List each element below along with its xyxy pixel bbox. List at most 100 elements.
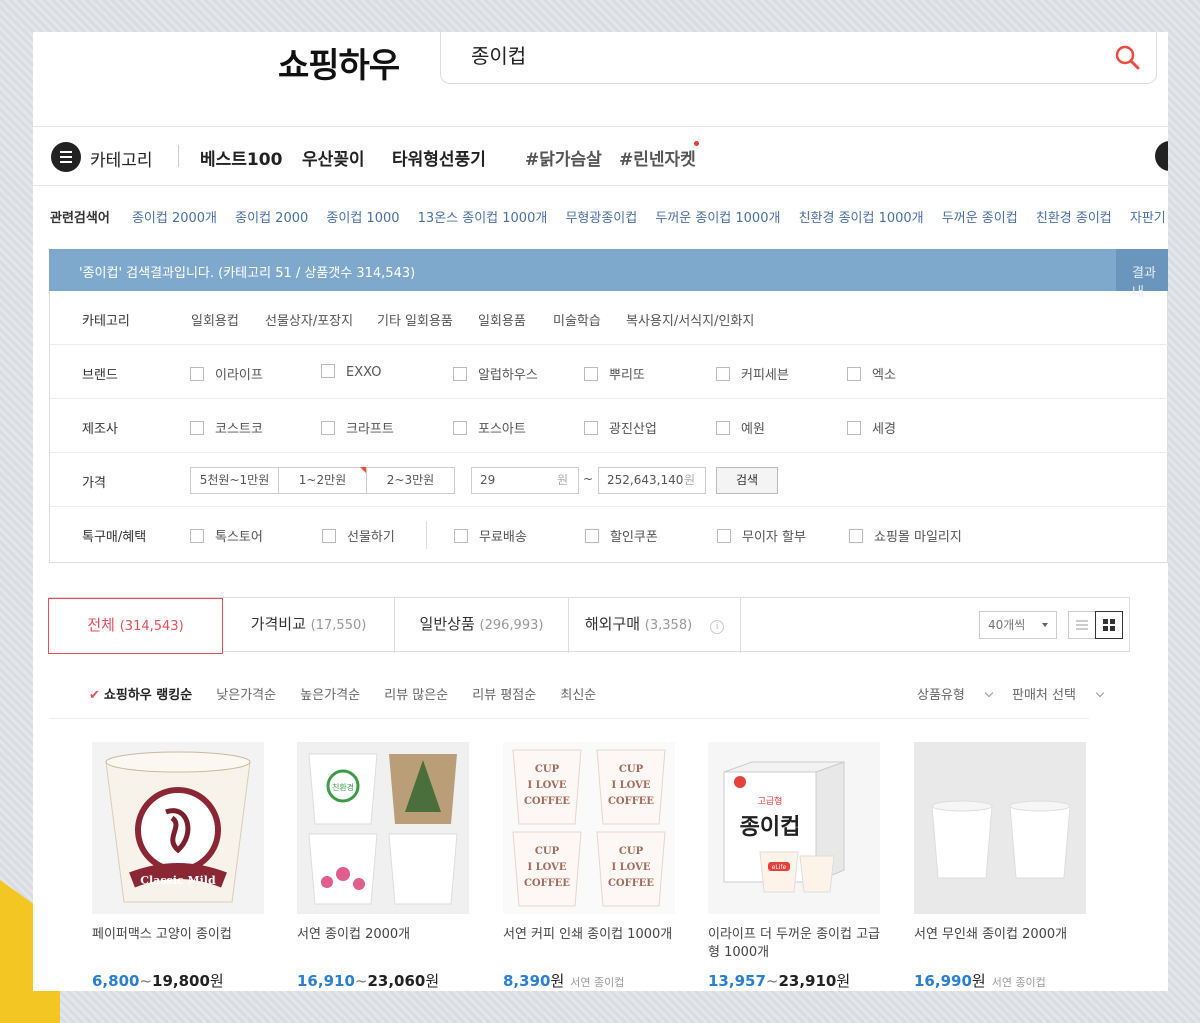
product-card[interactable]: 친환경 서연 종이컵 2000개 16,910~23,060원 — [297, 742, 469, 991]
maker-checkbox[interactable]: 예원 — [716, 418, 765, 437]
nav-item-umbrella-stand[interactable]: 우산꽂이 — [302, 145, 365, 170]
list-view-icon[interactable] — [1068, 611, 1096, 639]
product-card[interactable]: CUP I LOVE COFFEE CUP I LOVE COFFEE CUP I LOV… — [503, 742, 675, 991]
related-item[interactable]: 종이컵 2000 — [235, 211, 308, 226]
product-type-dropdown[interactable]: 상품유형 — [917, 688, 994, 703]
search-box[interactable] — [440, 32, 1157, 84]
checkbox[interactable] — [716, 421, 730, 435]
scroll-right-icon[interactable] — [1155, 141, 1168, 171]
product-name[interactable]: 서연 커피 인쇄 종이컵 1000개 — [503, 926, 675, 962]
related-item[interactable]: 두꺼운 종이컵 1000개 — [655, 211, 780, 226]
checkbox[interactable] — [453, 421, 467, 435]
checkbox[interactable] — [849, 529, 863, 543]
category-option[interactable]: 일회용품 — [478, 310, 526, 329]
sort-option-ranking[interactable]: 쇼핑하우 랭킹순 — [104, 688, 192, 703]
product-card[interactable]: 고급형 종이컵 eLife 이라이프 더 두꺼운 종이컵 고급형 1000개 1… — [708, 742, 880, 991]
brand-checkbox[interactable]: 이라이프 — [190, 364, 263, 383]
benefit-checkbox[interactable]: 쇼핑몰 마일리지 — [849, 526, 962, 545]
category-menu-label[interactable]: 카테고리 — [90, 146, 153, 171]
benefit-checkbox[interactable]: 톡스토어 — [190, 526, 263, 545]
checkbox[interactable] — [847, 421, 861, 435]
sort-option-most-reviews[interactable]: 리뷰 많은순 — [384, 688, 448, 703]
product-image[interactable]: CUP I LOVE COFFEE CUP I LOVE COFFEE CUP I LOV… — [503, 742, 675, 914]
product-image[interactable]: 고급형 종이컵 eLife — [708, 742, 880, 914]
category-option[interactable]: 미술학습 — [553, 310, 601, 329]
product-card[interactable]: Classic Mild 페이퍼맥스 고양이 종이컵 6,800~19,800원 — [92, 742, 264, 991]
grid-view-icon[interactable] — [1095, 611, 1123, 639]
tab-overseas[interactable]: 해외구매 (3,358) i — [569, 598, 741, 653]
checkbox[interactable] — [321, 364, 335, 378]
brand-checkbox[interactable]: 커피세븐 — [716, 364, 789, 383]
site-logo[interactable]: 쇼핑하우 — [278, 38, 400, 87]
checkbox[interactable] — [847, 367, 861, 381]
checkbox[interactable] — [585, 529, 599, 543]
checkbox[interactable] — [190, 529, 204, 543]
brand-checkbox[interactable]: EXXO — [321, 364, 381, 380]
benefit-checkbox[interactable]: 선물하기 — [322, 526, 395, 545]
checkbox[interactable] — [322, 529, 336, 543]
nav-item-tower-fan[interactable]: 타워형선풍기 — [392, 145, 486, 170]
product-image[interactable]: 친환경 — [297, 742, 469, 914]
product-image[interactable]: Classic Mild — [92, 742, 264, 914]
category-option[interactable]: 복사용지/서식지/인화지 — [626, 310, 754, 329]
category-option[interactable]: 일회용컵 — [191, 310, 239, 329]
sort-option-newest[interactable]: 최신순 — [560, 688, 596, 703]
checkbox[interactable] — [454, 529, 468, 543]
product-name[interactable]: 서연 종이컵 2000개 — [297, 926, 469, 962]
related-item[interactable]: 무형광종이컵 — [565, 211, 637, 226]
brand-checkbox[interactable]: 엑소 — [847, 364, 896, 383]
nav-item-tag-linen[interactable]: #린넨자켓 — [619, 145, 696, 170]
menu-icon[interactable] — [51, 142, 81, 172]
checkbox[interactable] — [190, 421, 204, 435]
checkbox[interactable] — [584, 367, 598, 381]
category-option[interactable]: 기타 일회용품 — [377, 310, 453, 329]
info-icon[interactable]: i — [710, 620, 725, 634]
related-item[interactable]: 종이컵 1000 — [326, 211, 399, 226]
sort-option-review-rating[interactable]: 리뷰 평점순 — [472, 688, 536, 703]
tab-price-compare[interactable]: 가격비교 (17,550) — [223, 598, 395, 653]
maker-checkbox[interactable]: 크라프트 — [321, 418, 394, 437]
nav-item-tag-chicken[interactable]: #닭가슴살 — [525, 145, 602, 170]
maker-checkbox[interactable]: 세경 — [847, 418, 896, 437]
maker-checkbox[interactable]: 포스아트 — [453, 418, 526, 437]
tab-all[interactable]: 전체 (314,543) — [48, 598, 223, 654]
price-search-button[interactable]: 검색 — [716, 467, 778, 494]
related-item[interactable]: 친환경 종이컵 — [1036, 211, 1112, 226]
price-range-option[interactable]: 1~2만원 — [278, 467, 367, 494]
benefit-checkbox[interactable]: 할인쿠폰 — [585, 526, 658, 545]
checkbox[interactable] — [190, 367, 204, 381]
tab-general-products[interactable]: 일반상품 (296,993) — [395, 598, 569, 653]
seller-select-dropdown[interactable]: 판매처 선택 — [1012, 688, 1105, 703]
price-min-input[interactable]: 29 원 — [471, 467, 579, 494]
checkbox[interactable] — [584, 421, 598, 435]
related-item[interactable]: 두꺼운 종이컵 — [942, 211, 1018, 226]
checkbox[interactable] — [321, 421, 335, 435]
product-name[interactable]: 이라이프 더 두꺼운 종이컵 고급형 1000개 — [708, 926, 880, 962]
product-name[interactable]: 페이퍼맥스 고양이 종이컵 — [92, 926, 264, 962]
price-range-option[interactable]: 5천원~1만원 — [190, 467, 279, 494]
category-option[interactable]: 선물상자/포장지 — [265, 310, 353, 329]
product-name[interactable]: 서연 무인쇄 종이컵 2000개 — [914, 926, 1086, 962]
price-max-input[interactable]: 252,643,140 원 — [598, 467, 706, 494]
sort-option-high-price[interactable]: 높은가격순 — [300, 688, 360, 703]
checkbox[interactable] — [453, 367, 467, 381]
related-item[interactable]: 자판기 종이컵 2000개 — [1130, 211, 1168, 226]
search-icon[interactable] — [1114, 44, 1140, 70]
product-image[interactable] — [914, 742, 1086, 914]
checkbox[interactable] — [716, 367, 730, 381]
related-item[interactable]: 13온스 종이컵 1000개 — [418, 211, 548, 226]
maker-checkbox[interactable]: 코스트코 — [190, 418, 263, 437]
related-item[interactable]: 종이컵 2000개 — [132, 211, 217, 226]
search-input[interactable] — [471, 42, 1071, 66]
brand-checkbox[interactable]: 알럽하우스 — [453, 364, 538, 383]
brand-checkbox[interactable]: 뿌리또 — [584, 364, 645, 383]
related-item[interactable]: 친환경 종이컵 1000개 — [799, 211, 924, 226]
sort-option-low-price[interactable]: 낮은가격순 — [216, 688, 276, 703]
page-size-select[interactable]: 40개씩 — [979, 611, 1057, 639]
product-card[interactable]: 서연 무인쇄 종이컵 2000개 16,990원 서연 종이컵 — [914, 742, 1086, 991]
maker-checkbox[interactable]: 광진산업 — [584, 418, 657, 437]
checkbox[interactable] — [717, 529, 731, 543]
nav-item-best100[interactable]: 베스트100 — [200, 145, 282, 170]
benefit-checkbox[interactable]: 무이자 할부 — [717, 526, 806, 545]
price-range-option[interactable]: 2~3만원 — [366, 467, 455, 494]
